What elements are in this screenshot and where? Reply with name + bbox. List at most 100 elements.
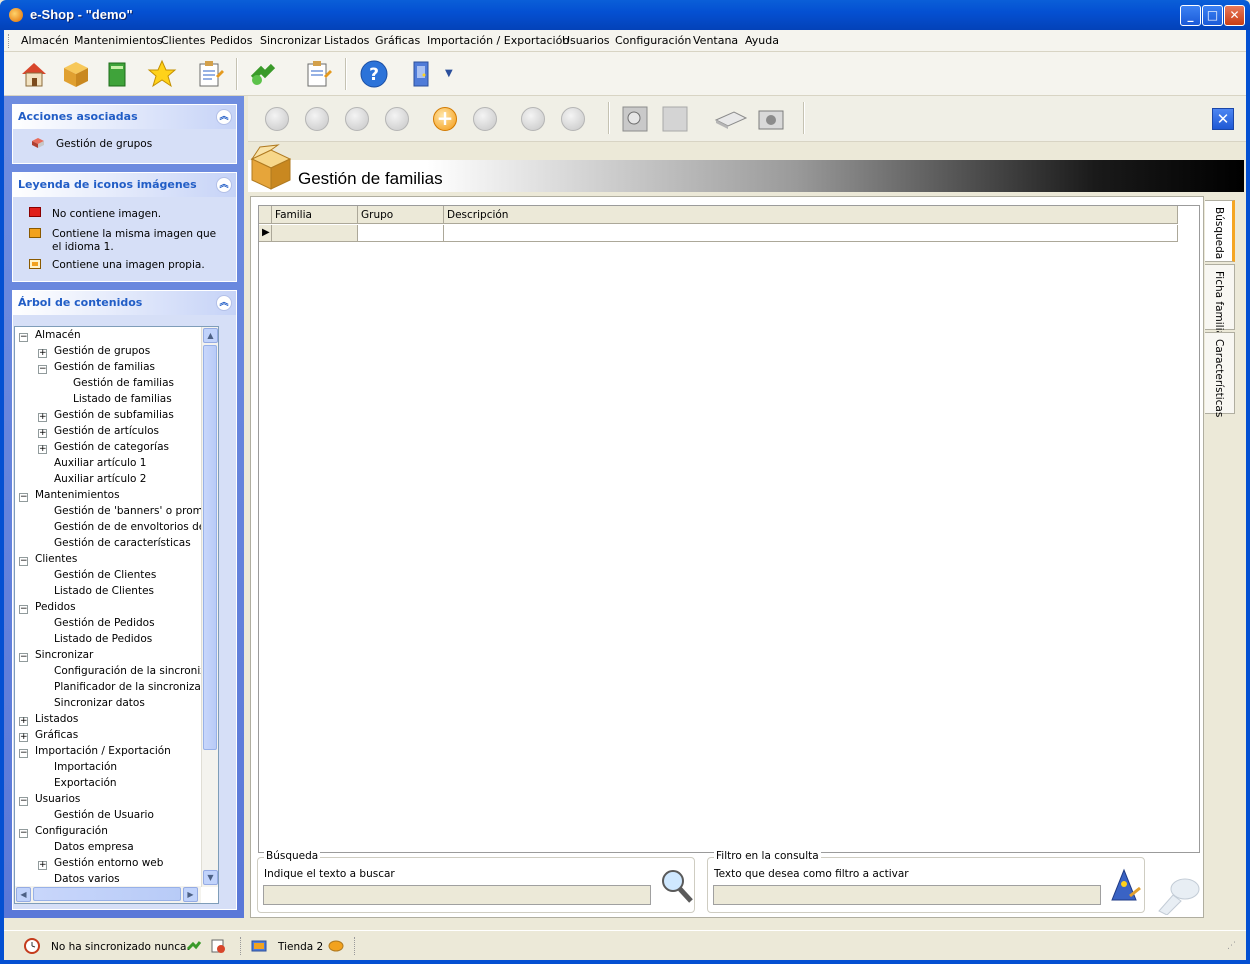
tree-item[interactable]: Gráficas bbox=[35, 729, 78, 741]
tab-busqueda[interactable]: Búsqueda bbox=[1205, 200, 1235, 262]
tree-item[interactable]: Exportación bbox=[54, 777, 117, 789]
image-search-icon[interactable] bbox=[620, 104, 652, 134]
tree-item[interactable]: Gestión de artículos bbox=[54, 425, 159, 437]
close-button[interactable]: ✕ bbox=[1224, 5, 1245, 26]
home-icon[interactable] bbox=[18, 58, 50, 90]
clipboard-edit-icon[interactable] bbox=[194, 58, 226, 90]
action-gestion-grupos[interactable]: Gestión de grupos bbox=[56, 138, 152, 150]
tree-item[interactable]: Gestión de grupos bbox=[54, 345, 150, 357]
families-grid[interactable]: Familia Grupo Descripción ▶ bbox=[258, 205, 1200, 853]
actions-panel-header[interactable]: Acciones asociadas ︽ bbox=[13, 105, 236, 129]
store-action-icon[interactable] bbox=[328, 938, 344, 954]
menu-mantenimientos[interactable]: Mantenimientos bbox=[74, 34, 163, 47]
tab-caracteristicas[interactable]: Características bbox=[1205, 332, 1235, 417]
tree-item[interactable]: Auxiliar artículo 1 bbox=[54, 457, 146, 469]
tree-item[interactable]: Listado de Pedidos bbox=[54, 633, 152, 645]
scanner-icon[interactable] bbox=[714, 108, 748, 130]
exit-door-icon[interactable] bbox=[406, 58, 438, 90]
expand-node-icon[interactable]: + bbox=[38, 413, 47, 422]
wizard-filter-icon[interactable] bbox=[1106, 866, 1142, 904]
expand-node-icon[interactable]: + bbox=[38, 349, 47, 358]
scroll-down-button[interactable]: ▼ bbox=[203, 870, 218, 885]
tree-item[interactable]: Auxiliar artículo 2 bbox=[54, 473, 146, 485]
tree-item[interactable]: Mantenimientos bbox=[35, 489, 120, 501]
add-record-icon[interactable]: + bbox=[433, 107, 457, 131]
search-input[interactable] bbox=[263, 885, 651, 905]
row-indicator[interactable]: ▶ bbox=[259, 225, 272, 242]
expand-node-icon[interactable]: + bbox=[38, 445, 47, 454]
chevron-down-icon[interactable]: ▼ bbox=[445, 68, 453, 79]
collapse-node-icon[interactable]: − bbox=[19, 333, 28, 342]
sync-icon[interactable] bbox=[247, 58, 279, 90]
legend-panel-header[interactable]: Leyenda de iconos imágenes ︽ bbox=[13, 173, 236, 197]
tree-item[interactable]: Listado de familias bbox=[73, 393, 172, 405]
scroll-left-button[interactable]: ◀ bbox=[16, 887, 31, 902]
tree-item[interactable]: Importación / Exportación bbox=[35, 745, 171, 757]
cell-descripcion[interactable] bbox=[444, 225, 1178, 242]
menu-importacion-exportacion[interactable]: Importación / Exportación bbox=[427, 34, 569, 47]
schedule-icon[interactable] bbox=[210, 938, 226, 954]
tab-ficha-familia[interactable]: Ficha familia bbox=[1205, 264, 1235, 337]
tree-item[interactable]: Gestión entorno web bbox=[54, 857, 163, 869]
tree-item[interactable]: Sincronizar datos bbox=[54, 697, 145, 709]
menu-ventana[interactable]: Ventana bbox=[693, 34, 738, 47]
tree-item[interactable]: Gestión de categorías bbox=[54, 441, 169, 453]
tree-item[interactable]: Sincronizar bbox=[35, 649, 93, 661]
last-record-icon[interactable] bbox=[385, 107, 409, 131]
scroll-thumb[interactable] bbox=[203, 345, 217, 750]
maximize-button[interactable]: □ bbox=[1202, 5, 1223, 26]
collapse-node-icon[interactable]: − bbox=[19, 749, 28, 758]
menu-listados[interactable]: Listados bbox=[324, 34, 369, 47]
confirm-icon[interactable] bbox=[561, 107, 585, 131]
next-record-icon[interactable] bbox=[345, 107, 369, 131]
tree-item[interactable]: Gestión de familias bbox=[54, 361, 155, 373]
tree-item[interactable]: Configuración bbox=[35, 825, 108, 837]
menu-pedidos[interactable]: Pedidos bbox=[210, 34, 253, 47]
help-icon[interactable]: ? bbox=[358, 58, 390, 90]
minimize-button[interactable]: _ bbox=[1180, 5, 1201, 26]
tree-item[interactable]: Importación bbox=[54, 761, 117, 773]
resize-grip-icon[interactable]: ⋰ bbox=[1227, 941, 1236, 951]
tree-item[interactable]: Almacén bbox=[35, 329, 81, 341]
content-tree[interactable]: − Almacén + Gestión de grupos − Gestión de fa… bbox=[14, 326, 219, 904]
collapse-node-icon[interactable]: − bbox=[19, 797, 28, 806]
cancel-icon[interactable] bbox=[521, 107, 545, 131]
close-form-button[interactable]: ✕ bbox=[1212, 108, 1234, 130]
collapse-icon[interactable]: ︽ bbox=[216, 295, 232, 311]
collapse-node-icon[interactable]: − bbox=[19, 829, 28, 838]
box-icon[interactable] bbox=[60, 58, 92, 90]
magnifier-icon[interactable] bbox=[660, 868, 694, 904]
vertical-scrollbar[interactable]: ▲ ▼ bbox=[201, 327, 218, 887]
collapse-node-icon[interactable]: − bbox=[19, 557, 28, 566]
collapse-icon[interactable]: ︽ bbox=[216, 109, 232, 125]
previous-record-icon[interactable] bbox=[305, 107, 329, 131]
menu-configuracion[interactable]: Configuración bbox=[615, 34, 691, 47]
collapse-icon[interactable]: ︽ bbox=[216, 177, 232, 193]
menu-ayuda[interactable]: Ayuda bbox=[745, 34, 779, 47]
filter-input[interactable] bbox=[713, 885, 1101, 905]
tree-item[interactable]: Gestión de 'banners' o promoci bbox=[54, 505, 218, 517]
image-edit-icon[interactable] bbox=[660, 104, 692, 134]
menu-clientes[interactable]: Clientes bbox=[161, 34, 205, 47]
scroll-up-button[interactable]: ▲ bbox=[203, 328, 218, 343]
menu-almacen[interactable]: Almacén bbox=[21, 34, 69, 47]
column-grupo[interactable]: Grupo bbox=[358, 206, 444, 224]
column-descripcion[interactable]: Descripción bbox=[444, 206, 1178, 224]
tree-item[interactable]: Gestión de familias bbox=[73, 377, 174, 389]
cell-familia[interactable] bbox=[272, 225, 358, 242]
tree-item[interactable]: Listado de Clientes bbox=[54, 585, 154, 597]
tree-item[interactable]: Datos empresa bbox=[54, 841, 134, 853]
column-familia[interactable]: Familia bbox=[272, 206, 358, 224]
tree-item[interactable]: Gestión de características bbox=[54, 537, 191, 549]
menu-usuarios[interactable]: Usuarios bbox=[562, 34, 610, 47]
tree-item[interactable]: Gestión de Usuario bbox=[54, 809, 154, 821]
first-record-icon[interactable] bbox=[265, 107, 289, 131]
hscroll-thumb[interactable] bbox=[33, 887, 181, 901]
expand-node-icon[interactable]: + bbox=[38, 429, 47, 438]
menu-graficas[interactable]: Gráficas bbox=[375, 34, 420, 47]
star-icon[interactable] bbox=[146, 58, 178, 90]
notes-edit-icon[interactable] bbox=[302, 58, 334, 90]
tree-item[interactable]: Clientes bbox=[35, 553, 77, 565]
tree-item[interactable]: Gestión de Clientes bbox=[54, 569, 156, 581]
tree-item[interactable]: Gestión de subfamilias bbox=[54, 409, 174, 421]
